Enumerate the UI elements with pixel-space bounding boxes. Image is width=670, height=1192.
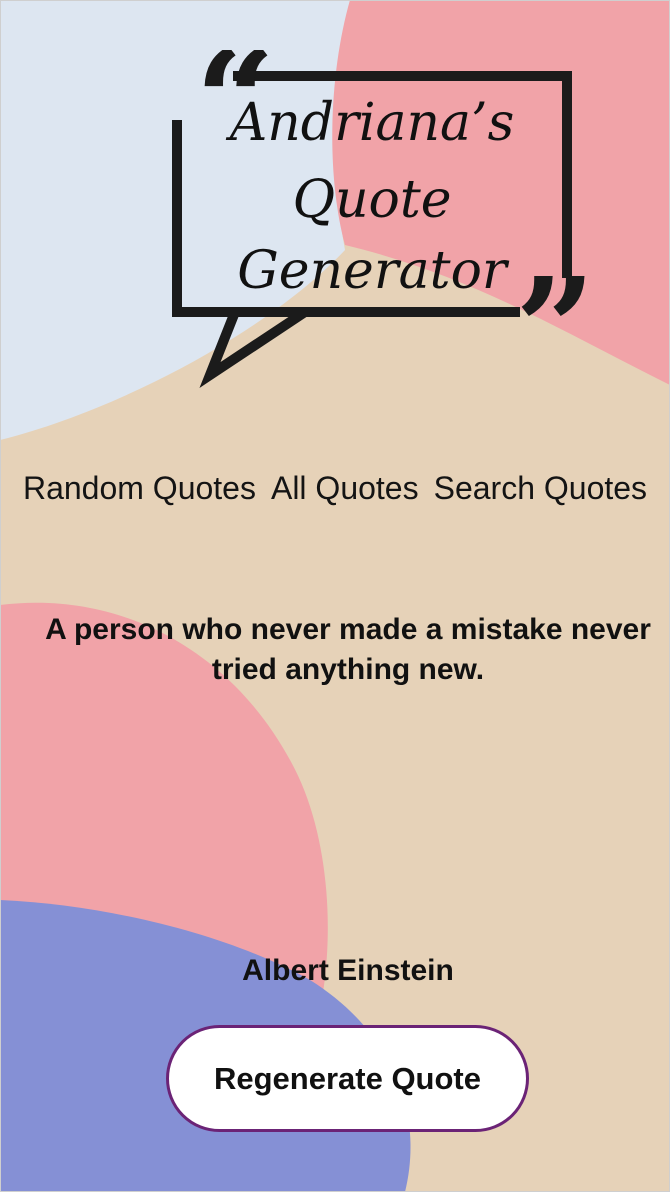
quote-author: Albert Einstein <box>242 954 454 987</box>
nav-random-quotes[interactable]: Random Quotes <box>23 466 256 510</box>
quote-text: A person who never made a mistake never … <box>45 613 651 686</box>
logo-line-3: Generator <box>237 241 510 301</box>
close-quote-mark: ” <box>515 248 596 390</box>
main-nav: Random Quotes All Quotes Search Quotes <box>0 466 670 510</box>
site-logo: “ ” Andriana’s Quote Generator <box>172 50 596 390</box>
logo-line-2: Quote <box>292 170 451 230</box>
logo-line-1: Andriana’s <box>226 93 515 153</box>
regenerate-quote-button[interactable]: Regenerate Quote <box>166 1025 529 1132</box>
nav-search-quotes[interactable]: Search Quotes <box>434 466 647 510</box>
nav-all-quotes[interactable]: All Quotes <box>271 466 419 510</box>
